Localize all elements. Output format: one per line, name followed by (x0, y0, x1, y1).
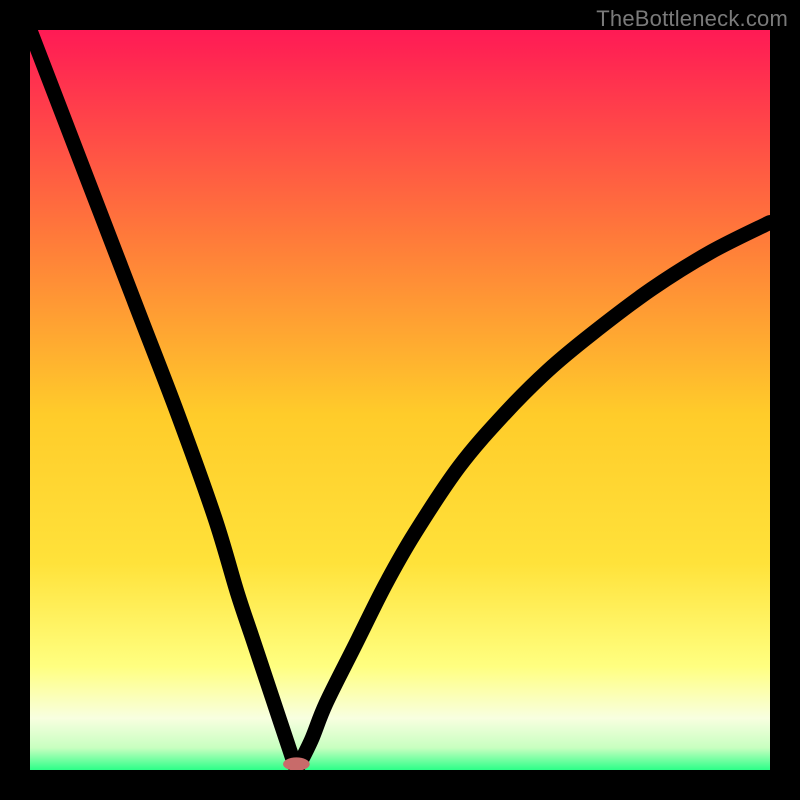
plot-area (30, 30, 770, 770)
chart-frame: TheBottleneck.com (0, 0, 800, 800)
watermark-label: TheBottleneck.com (596, 6, 788, 32)
gradient-background (30, 30, 770, 770)
chart-svg (30, 30, 770, 770)
